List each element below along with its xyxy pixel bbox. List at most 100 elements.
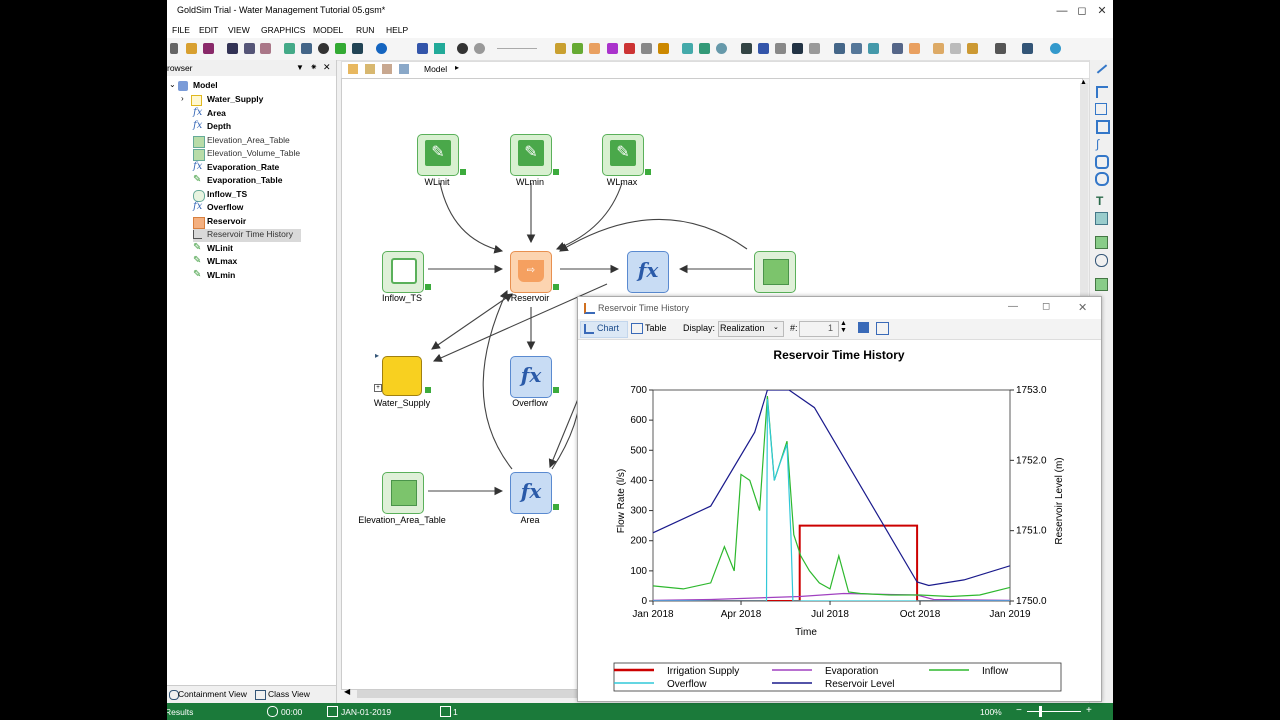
speed-slider[interactable] [497, 48, 537, 49]
list-icon[interactable] [741, 43, 752, 54]
lock-icon[interactable] [775, 43, 786, 54]
element-chart-icon[interactable] [658, 43, 669, 54]
spinner-icon[interactable]: ▲ ▼ [840, 320, 847, 334]
cut-icon[interactable] [227, 43, 238, 54]
zoom-out-icon[interactable]: − [1016, 705, 1022, 716]
new-icon[interactable] [170, 43, 178, 54]
menu-edit[interactable]: EDIT [199, 25, 218, 35]
folder-home-icon[interactable] [399, 64, 409, 74]
refresh-icon[interactable] [1050, 43, 1061, 54]
fill-icon[interactable] [967, 43, 978, 54]
open-icon[interactable] [186, 43, 197, 54]
tree-item-selected[interactable]: Reservoir Time History [193, 229, 301, 242]
rounded-tool-icon[interactable] [1095, 155, 1109, 169]
wlinit-node[interactable]: ✎ [417, 134, 459, 176]
tab-containment-view[interactable]: Containment View [178, 689, 247, 699]
layout-icon[interactable] [834, 43, 845, 54]
polygon-tool-icon[interactable] [1095, 103, 1107, 115]
menu-graphics[interactable]: GRAPHICS [261, 25, 305, 35]
element-institution-icon[interactable] [699, 43, 710, 54]
close-icon[interactable]: ✕ [1078, 301, 1087, 314]
element-lookup-icon[interactable] [682, 43, 693, 54]
element-stochastic-icon[interactable] [572, 43, 583, 54]
menu-file[interactable]: FILE [172, 25, 190, 35]
text-tool-icon[interactable]: T [1096, 194, 1103, 208]
water-supply-node[interactable] [382, 356, 422, 396]
menu-model[interactable]: MODEL [313, 25, 343, 35]
filter-icon[interactable] [335, 43, 346, 54]
element-reservoir-icon[interactable] [589, 43, 600, 54]
group-icon[interactable] [933, 43, 944, 54]
elevation-area-table-node[interactable] [382, 472, 424, 514]
globe-icon[interactable] [1095, 254, 1108, 267]
breadcrumb-model[interactable]: Model [424, 64, 447, 74]
curve-tool-icon[interactable]: ∫ [1096, 137, 1099, 151]
rectangle-tool-icon[interactable] [1096, 120, 1110, 134]
menu-run[interactable]: RUN [356, 25, 374, 35]
help-icon[interactable] [376, 43, 387, 54]
minimize-icon[interactable]: — [1008, 301, 1018, 312]
element-delay-icon[interactable] [641, 43, 652, 54]
chevron-down-icon[interactable]: ⌄ [773, 323, 779, 331]
graph-icon[interactable] [868, 43, 879, 54]
menu-help[interactable]: HELP [386, 25, 408, 35]
element-function-icon[interactable] [607, 43, 618, 54]
import-icon[interactable] [892, 43, 903, 54]
folder-back-icon[interactable] [365, 64, 375, 74]
edit-mode-icon[interactable] [417, 43, 428, 54]
paste-icon[interactable] [260, 43, 271, 54]
horizontal-scrollbar[interactable] [357, 690, 577, 698]
expand-icon[interactable]: › [181, 94, 184, 103]
run-icon[interactable] [434, 43, 445, 54]
reservoir-node[interactable]: ⇨ [510, 251, 552, 293]
folder-up-icon[interactable] [348, 64, 358, 74]
step-icon[interactable] [457, 43, 468, 54]
depth-node[interactable]: fx [627, 251, 669, 293]
calc-icon[interactable] [809, 43, 820, 54]
inflow-ts-node[interactable] [382, 251, 424, 293]
dollar-icon[interactable] [792, 43, 803, 54]
breadcrumb-arrow-icon[interactable]: ▸ [455, 63, 459, 72]
reset-icon[interactable] [474, 43, 485, 54]
tab-table[interactable]: Table [645, 323, 667, 333]
find-icon[interactable] [318, 43, 329, 54]
element-event-icon[interactable] [624, 43, 635, 54]
zoom-slider-thumb[interactable] [1039, 706, 1042, 717]
collapse-icon[interactable]: ⌄ [169, 80, 176, 89]
arrange-icon[interactable] [995, 43, 1006, 54]
dropdown-icon[interactable]: ▼ [296, 63, 304, 72]
binoculars-icon[interactable] [352, 43, 363, 54]
image-tool-icon[interactable] [1095, 236, 1108, 249]
tab-class-view[interactable]: Class View [268, 689, 310, 699]
textbox-tool-icon[interactable] [1095, 212, 1108, 225]
close-panel-icon[interactable]: ✕ [323, 62, 331, 73]
vertical-scrollbar[interactable] [1080, 83, 1088, 313]
wlmin-node[interactable]: ✎ [510, 134, 552, 176]
wlmax-node[interactable]: ✎ [602, 134, 644, 176]
expand-container-icon[interactable]: + [374, 384, 382, 392]
copy-icon[interactable] [244, 43, 255, 54]
maximize-icon[interactable]: ◻ [1071, 2, 1093, 20]
tag-icon[interactable] [758, 43, 769, 54]
scroll-left-icon[interactable]: ◀ [344, 687, 350, 696]
grid-icon[interactable] [301, 43, 312, 54]
folder-forward-icon[interactable] [382, 64, 392, 74]
scroll-up-icon[interactable]: ▲ [1080, 79, 1087, 86]
align-icon[interactable] [851, 43, 862, 54]
menu-view[interactable]: VIEW [228, 25, 250, 35]
close-icon[interactable]: ✕ [1091, 2, 1113, 20]
chart-export-icon[interactable] [876, 322, 889, 335]
browser-icon[interactable] [284, 43, 295, 54]
save-icon[interactable] [203, 43, 214, 54]
graph-tool-icon[interactable] [1095, 278, 1108, 291]
settings-icon[interactable] [716, 43, 727, 54]
area-node[interactable]: fx [510, 472, 552, 514]
distribute-icon[interactable] [1022, 43, 1033, 54]
minimize-icon[interactable]: — [1051, 2, 1073, 20]
line-tool-icon[interactable] [1096, 64, 1108, 74]
zoom-in-icon[interactable]: + [1086, 705, 1092, 716]
chart-properties-icon[interactable] [858, 322, 869, 333]
pin-icon[interactable]: ⁕ [310, 62, 318, 73]
elevation-volume-table-node[interactable] [754, 251, 796, 293]
overflow-node[interactable]: fx [510, 356, 552, 398]
